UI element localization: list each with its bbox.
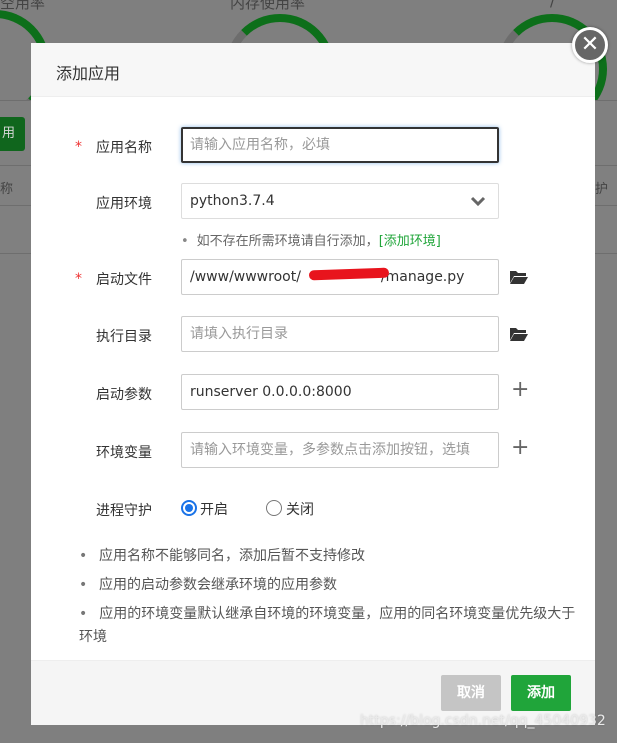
bg-gauge-label: 内存使用率 xyxy=(230,0,306,12)
daemon-on-label[interactable]: 开启 xyxy=(200,499,228,519)
exec-dir-input[interactable]: 请填入执行目录 xyxy=(181,316,499,352)
dialog-title: 添加应用 xyxy=(56,64,121,83)
app-env-value: python3.7.4 xyxy=(190,193,275,209)
add-env-link[interactable]: [添加环境] xyxy=(379,234,441,249)
plus-icon[interactable]: + xyxy=(511,379,529,401)
add-button[interactable]: 添加 xyxy=(511,675,571,711)
folder-open-icon[interactable] xyxy=(509,267,529,287)
list-item: • 应用的环境变量默认继承自环境的环境变量，应用的同名环境变量优先级大于环境 xyxy=(79,606,576,645)
bg-column-header: 护 xyxy=(595,182,609,197)
form-row-start-file: * 启动文件 /www/wwwroot/ /manage.py xyxy=(31,259,595,297)
form-row-exec-dir: 执行目录 请填入执行目录 xyxy=(31,316,595,354)
exec-dir-label: 执行目录 xyxy=(96,329,152,345)
env-vars-input[interactable]: 请输入环境变量，多参数点击添加按钮，选填 xyxy=(181,432,499,468)
form-row-app-env: 应用环境 python3.7.4 xyxy=(31,183,595,221)
form-row-start-params: 启动参数 runserver 0.0.0.0:8000 + xyxy=(31,374,595,412)
chevron-down-icon xyxy=(470,196,486,207)
note-text: 应用名称不能够同名，添加后暂不支持修改 xyxy=(99,548,365,564)
app-name-label: 应用名称 xyxy=(96,140,152,156)
plus-icon[interactable]: + xyxy=(511,437,529,459)
daemon-off-radio[interactable] xyxy=(266,500,282,516)
dialog-header: 添加应用 xyxy=(31,43,595,97)
note-text: 应用的环境变量默认继承自环境的环境变量，应用的同名环境变量优先级大于环境 xyxy=(79,606,576,645)
required-mark: * xyxy=(75,271,82,287)
hint-bullet: • xyxy=(181,234,189,249)
notes-list: • 应用名称不能够同名，添加后暂不支持修改 • 应用的启动参数会继承环境的应用参数 … xyxy=(79,545,579,655)
start-file-value-suffix: /manage.py xyxy=(380,269,465,285)
form-row-env-vars: 环境变量 请输入环境变量，多参数点击添加按钮，选填 + xyxy=(31,432,595,470)
start-params-input[interactable]: runserver 0.0.0.0:8000 xyxy=(181,374,499,410)
start-file-value-prefix: /www/wwwroot/ xyxy=(190,269,301,285)
cancel-button[interactable]: 取消 xyxy=(441,675,501,711)
env-vars-label: 环境变量 xyxy=(96,445,152,461)
close-icon[interactable]: ✕ xyxy=(572,27,608,63)
start-file-input[interactable]: /www/wwwroot/ /manage.py xyxy=(181,259,499,295)
app-env-select[interactable]: python3.7.4 xyxy=(181,183,499,219)
env-hint: • 如不存在所需环境请自行添加，[添加环境] xyxy=(181,230,441,249)
bg-add-button: 用 xyxy=(0,117,25,151)
start-params-label: 启动参数 xyxy=(96,387,152,403)
app-env-label: 应用环境 xyxy=(96,196,152,212)
env-hint-text: 如不存在所需环境请自行添加， xyxy=(196,234,379,249)
daemon-off-label[interactable]: 关闭 xyxy=(286,499,314,519)
form-row-app-name: * 应用名称 请输入应用名称，必填 xyxy=(31,127,595,165)
bg-gauge-label: / xyxy=(550,0,556,10)
daemon-on-radio[interactable] xyxy=(181,500,197,516)
required-mark: * xyxy=(75,139,82,155)
folder-open-icon[interactable] xyxy=(509,324,529,344)
watermark: https://blog.csdn.net/qq_45040932 xyxy=(360,713,606,729)
note-text: 应用的启动参数会继承环境的应用参数 xyxy=(99,577,337,593)
list-item: • 应用名称不能够同名，添加后暂不支持修改 xyxy=(79,548,365,564)
add-app-dialog: 添加应用 * 应用名称 请输入应用名称，必填 应用环境 python3.7.4 … xyxy=(31,43,595,725)
bg-column-header: 称 xyxy=(0,182,14,197)
form-row-daemon: 进程守护 开启 关闭 xyxy=(31,490,595,528)
list-item: • 应用的启动参数会继承环境的应用参数 xyxy=(79,577,337,593)
start-file-label: 启动文件 xyxy=(96,272,152,288)
app-name-input[interactable]: 请输入应用名称，必填 xyxy=(181,127,499,163)
redaction-mark xyxy=(308,267,390,281)
daemon-label: 进程守护 xyxy=(96,503,152,519)
